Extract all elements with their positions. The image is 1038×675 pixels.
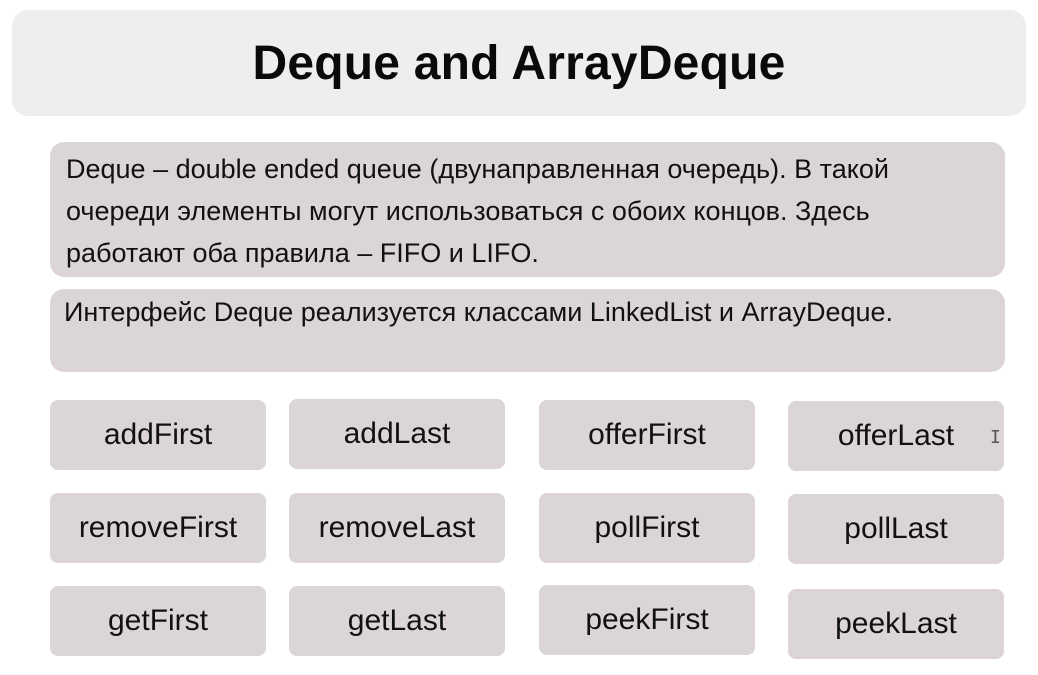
- method-remove-last[interactable]: removeLast: [289, 493, 505, 563]
- method-poll-first[interactable]: pollFirst: [539, 493, 755, 563]
- slide-title: Deque and ArrayDeque: [252, 36, 786, 90]
- method-get-first[interactable]: getFirst: [50, 586, 266, 656]
- description-box: Deque – double ended queue (двунаправлен…: [50, 142, 1005, 277]
- method-add-first[interactable]: addFirst: [50, 400, 266, 470]
- method-remove-first[interactable]: removeFirst: [50, 493, 266, 563]
- method-peek-last[interactable]: peekLast: [788, 589, 1004, 659]
- method-add-last[interactable]: addLast: [289, 399, 505, 469]
- implementation-text: Интерфейс Deque реализуется классами Lin…: [64, 297, 894, 327]
- method-poll-last[interactable]: pollLast: [788, 494, 1004, 564]
- title-banner: Deque and ArrayDeque: [12, 10, 1026, 116]
- text-cursor-icon: I: [990, 427, 1001, 448]
- description-text: Deque – double ended queue (двунаправлен…: [66, 154, 889, 268]
- method-peek-first[interactable]: peekFirst: [539, 585, 755, 655]
- method-get-last[interactable]: getLast: [289, 586, 505, 656]
- method-offer-last[interactable]: offerLast: [788, 401, 1004, 471]
- implementation-box: Интерфейс Deque реализуется классами Lin…: [50, 289, 1005, 372]
- method-offer-first[interactable]: offerFirst: [539, 400, 755, 470]
